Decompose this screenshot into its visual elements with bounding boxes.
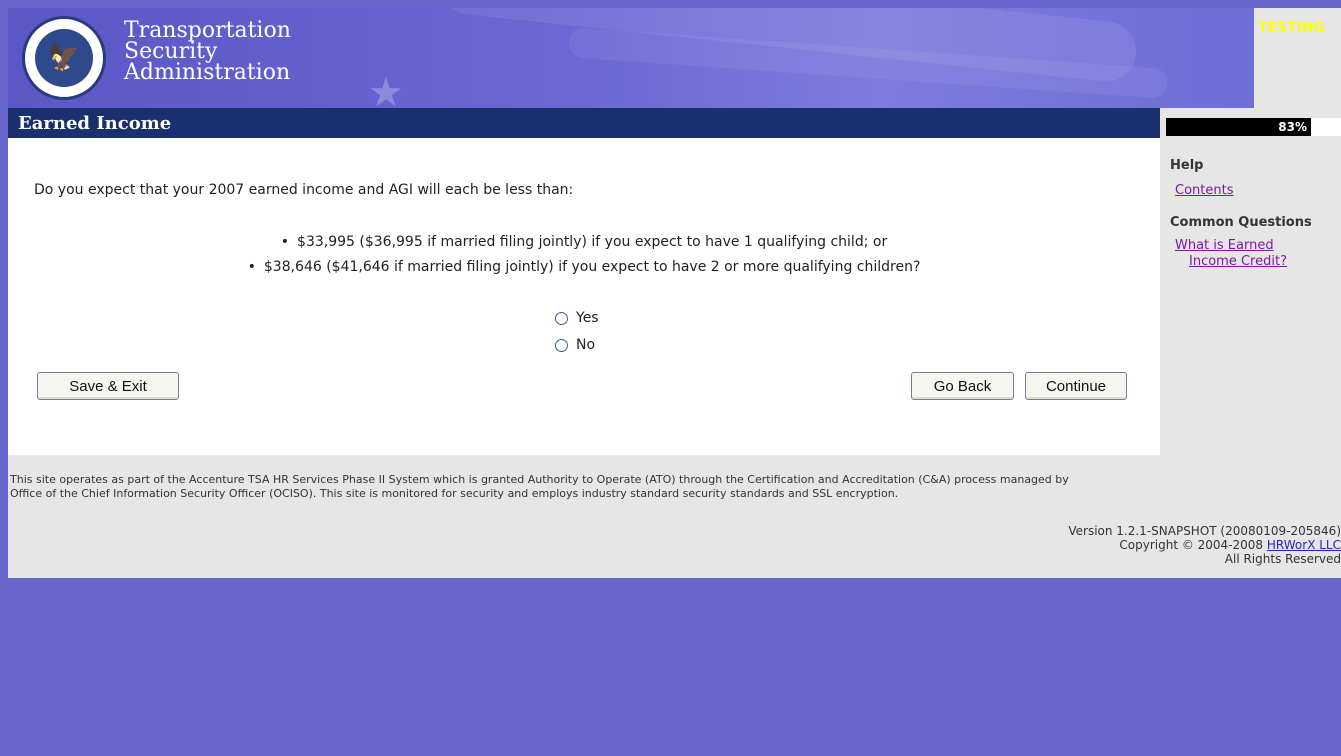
hrworx-link[interactable]: HRWorX LLC xyxy=(1267,538,1341,552)
copyright-text: Copyright © 2004-2008 HRWorX LLC xyxy=(1119,538,1341,552)
security-notice: This site operates as part of the Accent… xyxy=(10,473,1330,501)
main-content: Do you expect that your 2007 earned inco… xyxy=(8,138,1160,455)
no-label: No xyxy=(576,337,596,353)
contents-link[interactable]: Contents xyxy=(1175,183,1233,198)
yes-radio[interactable] xyxy=(555,311,568,325)
header-banner: ★ 🦅 Transportation Security Administrati… xyxy=(8,8,1254,108)
rights-text: All Rights Reserved xyxy=(1224,552,1341,566)
save-exit-button[interactable]: Save & Exit xyxy=(37,372,179,400)
condition-item: $38,646 ($41,646 if married filing joint… xyxy=(8,255,1160,280)
notice-line-2: Office of the Chief Information Security… xyxy=(10,487,899,500)
org-line-2: Security xyxy=(124,39,218,64)
title-bar: Earned Income xyxy=(8,108,1160,138)
version-text: Version 1.2.1-SNAPSHOT (20080109-205846) xyxy=(1068,524,1341,538)
help-heading: Help xyxy=(1170,158,1204,173)
help-sidebar: Help Contents Common Questions What is E… xyxy=(1160,138,1341,455)
progress-area: 83% xyxy=(1160,108,1341,138)
faq-earned-income-link[interactable]: What is Earned xyxy=(1175,238,1274,253)
progress-label: 83% xyxy=(1278,120,1307,134)
go-back-button[interactable]: Go Back xyxy=(911,372,1014,400)
app-frame: ★ 🦅 Transportation Security Administrati… xyxy=(8,8,1341,756)
condition-item: $33,995 ($36,995 if married filing joint… xyxy=(8,230,1160,255)
eagle-icon: 🦅 xyxy=(35,29,93,87)
progress-bar: 83% xyxy=(1166,118,1341,136)
org-line-3: Administration xyxy=(124,60,291,85)
no-radio[interactable] xyxy=(555,338,568,352)
star-icon: ★ xyxy=(368,70,404,108)
yes-label: Yes xyxy=(576,310,599,326)
option-yes[interactable]: Yes xyxy=(555,310,599,326)
condition-list: $33,995 ($36,995 if married filing joint… xyxy=(8,230,1160,280)
environment-badge: TESTING xyxy=(1258,20,1326,36)
faq-earned-income-link-2[interactable]: Income Credit? xyxy=(1189,254,1287,269)
page-title: Earned Income xyxy=(18,113,172,134)
question-text: Do you expect that your 2007 earned inco… xyxy=(34,182,574,198)
dhs-seal-logo: 🦅 xyxy=(22,16,106,100)
footer: This site operates as part of the Accent… xyxy=(8,455,1341,578)
environment-panel: TESTING xyxy=(1254,8,1341,108)
tsa-logo-text: Transportation Security Administration xyxy=(124,18,291,85)
option-no[interactable]: No xyxy=(555,337,595,353)
common-questions-heading: Common Questions xyxy=(1170,215,1312,230)
org-line-1: Transportation xyxy=(124,18,291,43)
notice-line-1: This site operates as part of the Accent… xyxy=(10,473,1069,486)
continue-button[interactable]: Continue xyxy=(1025,372,1127,400)
version-info: Version 1.2.1-SNAPSHOT (20080109-205846)… xyxy=(1068,524,1341,566)
